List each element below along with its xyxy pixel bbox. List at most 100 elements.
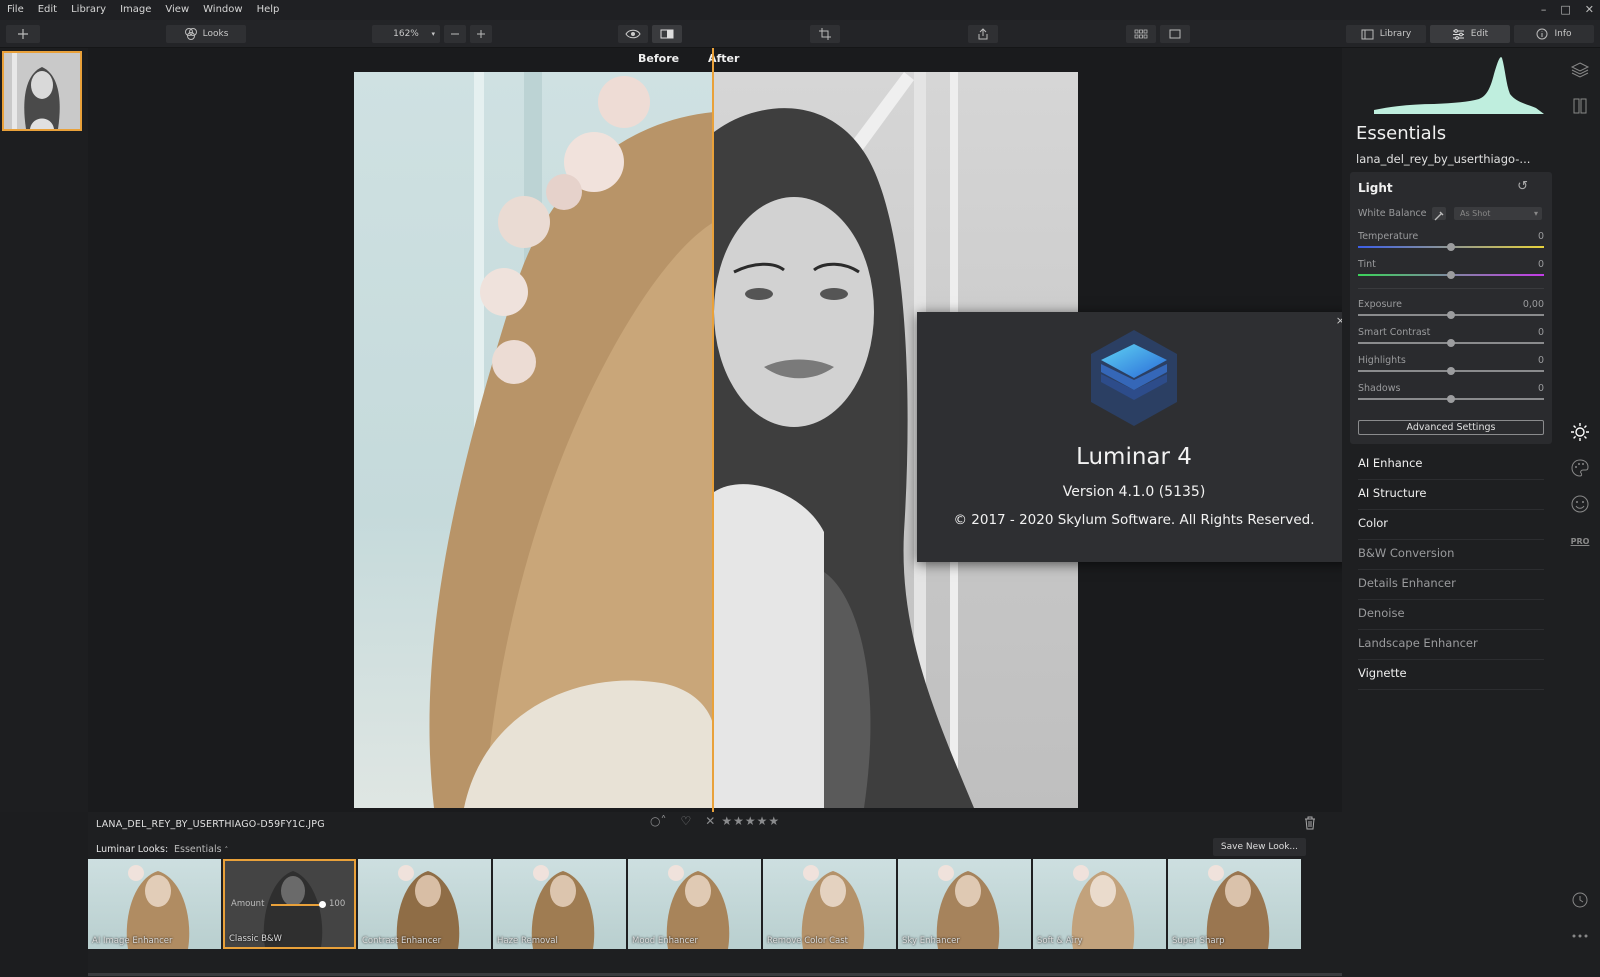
white-balance-value: As Shot	[1460, 209, 1491, 218]
plus-icon	[477, 30, 485, 38]
before-label: Before	[638, 52, 680, 65]
zoom-select[interactable]: 162% ▾	[372, 25, 440, 43]
canvas-tools-icon[interactable]	[1570, 96, 1590, 116]
luminar-window: File Edit Library Image View Window Help…	[0, 0, 1600, 977]
pro-tools-icon[interactable]: PRO	[1570, 532, 1590, 552]
more-options-icon[interactable]	[1570, 926, 1590, 946]
looks-icon	[184, 28, 197, 40]
save-new-look-button[interactable]: Save New Look...	[1212, 838, 1306, 856]
temperature-knob[interactable]	[1447, 243, 1455, 251]
look-label: Super Sharp	[1172, 936, 1225, 946]
look-thumbnail[interactable]: Sky Enhancer	[898, 859, 1031, 949]
divider	[1358, 288, 1544, 289]
before-after-split-handle[interactable]	[712, 48, 714, 812]
before-image-half	[354, 72, 714, 808]
reject-x-icon[interactable]: ✕	[705, 814, 715, 828]
smart-contrast-knob[interactable]	[1447, 339, 1455, 347]
layers-icon[interactable]	[1570, 60, 1590, 80]
look-thumbnail[interactable]: Contrast Enhancer	[358, 859, 491, 949]
split-view-icon	[660, 29, 674, 39]
exposure-slider[interactable]	[1358, 311, 1544, 319]
looks-label: Looks	[202, 29, 229, 39]
tool-ai-structure[interactable]: AI Structure	[1358, 480, 1544, 510]
tool-denoise[interactable]: Denoise	[1358, 600, 1544, 630]
menu-file[interactable]: File	[0, 0, 31, 20]
tab-edit[interactable]: Edit	[1430, 25, 1510, 43]
preview-button[interactable]	[618, 25, 648, 43]
tint-slider[interactable]	[1358, 271, 1544, 279]
panel-title: Essentials	[1356, 123, 1447, 144]
tool-vignette[interactable]: Vignette	[1358, 660, 1544, 690]
window-controls: – □ ✕	[1541, 0, 1594, 20]
essentials-sun-icon[interactable]	[1570, 422, 1590, 442]
shadows-knob[interactable]	[1447, 395, 1455, 403]
portrait-face-icon[interactable]	[1570, 494, 1590, 514]
before-portrait-illustration	[429, 72, 714, 808]
amount-slider[interactable]	[271, 901, 326, 908]
tab-library[interactable]: Library	[1346, 25, 1426, 43]
look-thumbnail[interactable]: Super Sharp	[1168, 859, 1301, 949]
temperature-value: 0	[1537, 231, 1544, 242]
close-window-button[interactable]: ✕	[1585, 0, 1594, 20]
shadows-slider[interactable]	[1358, 395, 1544, 403]
image-filename: LANA_DEL_REY_BY_USERTHIAGO-D59FY1C.JPG	[96, 819, 325, 830]
menu-window[interactable]: Window	[196, 0, 249, 20]
looks-scrollbar[interactable]	[88, 973, 1342, 976]
share-button[interactable]	[968, 25, 998, 43]
trash-icon[interactable]	[1304, 816, 1316, 830]
filmstrip-thumbnail[interactable]	[2, 51, 82, 131]
looks-category-select[interactable]: Essentials ˄	[174, 844, 228, 855]
crop-icon	[819, 28, 831, 40]
menu-library[interactable]: Library	[64, 0, 113, 20]
menu-help[interactable]: Help	[250, 0, 287, 20]
grid-view-button[interactable]	[1126, 25, 1156, 43]
tool-details-enhancer[interactable]: Details Enhancer	[1358, 570, 1544, 600]
look-thumbnail[interactable]: AI Image Enhancer	[88, 859, 221, 949]
highlights-slider[interactable]	[1358, 367, 1544, 375]
library-tab-label: Library	[1379, 29, 1412, 39]
look-label: Sky Enhancer	[902, 936, 960, 946]
color-label-icon[interactable]: ○˄	[650, 814, 666, 828]
exposure-knob[interactable]	[1447, 311, 1455, 319]
tool-bw-conversion[interactable]: B&W Conversion	[1358, 540, 1544, 570]
tab-info[interactable]: Info	[1514, 25, 1594, 43]
menu-image[interactable]: Image	[113, 0, 158, 20]
temperature-slider[interactable]	[1358, 243, 1544, 251]
menu-edit[interactable]: Edit	[31, 0, 64, 20]
add-images-button[interactable]	[6, 25, 40, 43]
look-thumbnail-selected[interactable]: Amount 100 Classic B&W	[223, 859, 356, 949]
menu-view[interactable]: View	[158, 0, 196, 20]
eyedropper-button[interactable]	[1432, 207, 1446, 221]
look-thumbnail[interactable]: Haze Removal	[493, 859, 626, 949]
zoom-in-button[interactable]	[470, 25, 492, 43]
look-thumbnail[interactable]: Soft & Airy	[1033, 859, 1166, 949]
tool-ai-enhance[interactable]: AI Enhance	[1358, 450, 1544, 480]
creative-palette-icon[interactable]	[1570, 458, 1590, 478]
favorite-heart-icon[interactable]: ♡	[680, 814, 691, 828]
star-rating[interactable]: ★★★★★	[721, 814, 780, 828]
zoom-out-button[interactable]	[444, 25, 466, 43]
about-copyright: © 2017 - 2020 Skylum Software. All Right…	[953, 512, 1315, 528]
minimize-button[interactable]: –	[1541, 0, 1547, 20]
white-balance-select[interactable]: As Shot ▾	[1454, 207, 1542, 220]
tool-color[interactable]: Color	[1358, 510, 1544, 540]
look-thumbnail[interactable]: Remove Color Cast	[763, 859, 896, 949]
tool-landscape-enhancer[interactable]: Landscape Enhancer	[1358, 630, 1544, 660]
maximize-button[interactable]: □	[1560, 0, 1570, 20]
look-thumbnail[interactable]: Mood Enhancer	[628, 859, 761, 949]
looks-button[interactable]: Looks	[166, 25, 246, 43]
advanced-settings-button[interactable]: Advanced Settings	[1358, 420, 1544, 435]
single-view-button[interactable]	[1160, 25, 1190, 43]
reset-icon[interactable]: ↺	[1517, 179, 1528, 194]
chevron-down-icon: ▾	[431, 30, 435, 38]
tint-knob[interactable]	[1447, 271, 1455, 279]
minus-icon	[451, 33, 459, 35]
crop-button[interactable]	[810, 25, 840, 43]
history-clock-icon[interactable]	[1570, 890, 1590, 910]
compare-button[interactable]	[652, 25, 682, 43]
amount-knob[interactable]	[319, 901, 326, 908]
light-header[interactable]: Light	[1358, 181, 1393, 195]
smart-contrast-slider[interactable]	[1358, 339, 1544, 347]
highlights-knob[interactable]	[1447, 367, 1455, 375]
amount-value: 100	[329, 899, 346, 909]
